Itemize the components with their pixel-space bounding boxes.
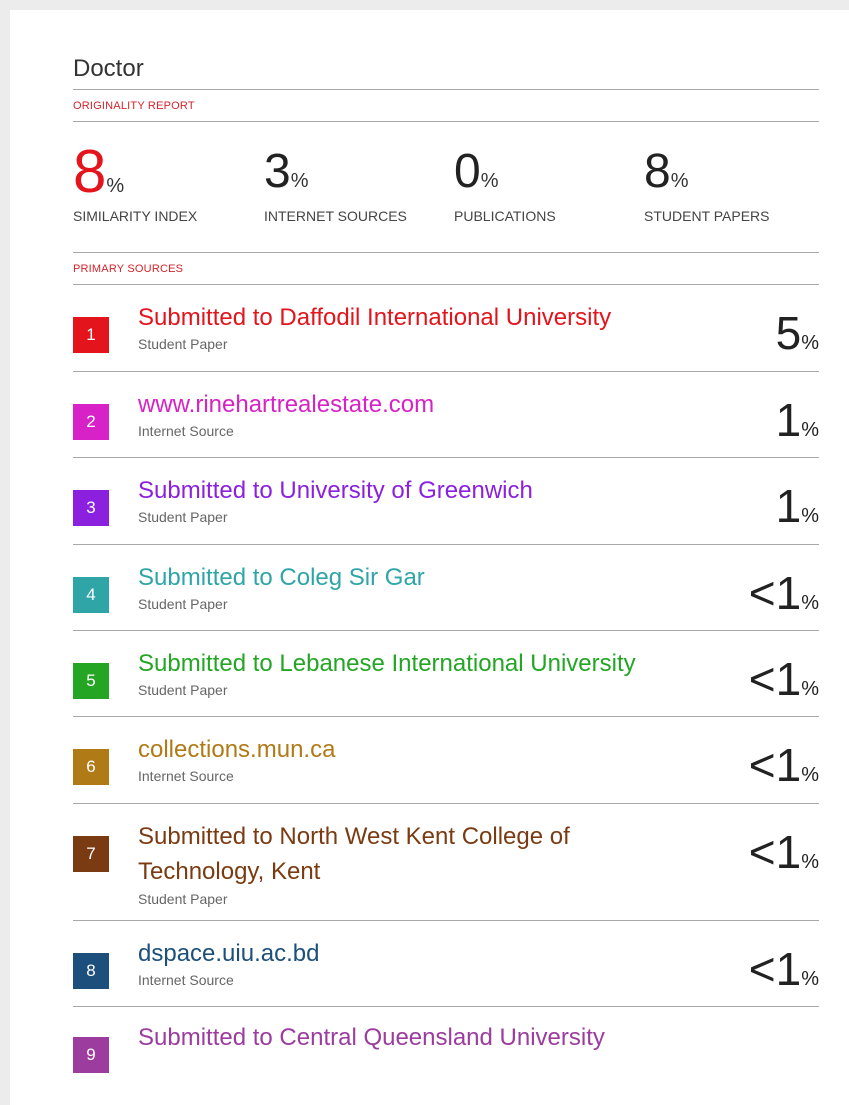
source-number-badge: 5	[73, 663, 109, 699]
source-number-badge: 1	[73, 317, 109, 353]
stat-label: SIMILARITY INDEX	[73, 208, 198, 224]
stat-percent: %	[670, 170, 689, 192]
stat-student-papers: 8% STUDENT PAPERS	[644, 142, 770, 224]
source-type: Internet Source	[138, 972, 234, 988]
stat-label: STUDENT PAPERS	[644, 208, 770, 224]
source-number-badge: 7	[73, 836, 109, 872]
source-type: Student Paper	[138, 682, 228, 698]
source-percentage: <1%	[748, 567, 819, 619]
divider	[73, 89, 819, 90]
source-name[interactable]: dspace.uiu.ac.bd	[138, 937, 319, 971]
source-name-continued[interactable]: Technology, Kent	[138, 855, 320, 889]
source-row[interactable]: 1 Submitted to Daffodil International Un…	[73, 284, 819, 371]
source-name[interactable]: Submitted to Coleg Sir Gar	[138, 561, 425, 595]
source-type: Student Paper	[138, 891, 228, 907]
stat-percent: %	[106, 175, 125, 197]
source-row[interactable]: 8 dspace.uiu.ac.bd Internet Source <1%	[73, 920, 819, 1006]
source-row[interactable]: 9 Submitted to Central Queensland Univer…	[73, 1006, 819, 1086]
originality-report-label: ORIGINALITY REPORT	[73, 100, 195, 112]
source-percentage: <1%	[748, 739, 819, 791]
document-title: Doctor	[73, 55, 144, 82]
source-row[interactable]: 6 collections.mun.ca Internet Source <1%	[73, 716, 819, 803]
source-row[interactable]: 7 Submitted to North West Kent College o…	[73, 803, 819, 920]
source-percentage: 5%	[775, 307, 819, 359]
source-number-badge: 8	[73, 953, 109, 989]
source-number-badge: 9	[73, 1037, 109, 1073]
stat-value: 8	[73, 138, 107, 205]
source-type: Internet Source	[138, 423, 234, 439]
source-name[interactable]: Submitted to North West Kent College of	[138, 820, 570, 854]
source-type: Internet Source	[138, 768, 234, 784]
stat-label: INTERNET SOURCES	[264, 208, 407, 224]
source-row[interactable]: 5 Submitted to Lebanese International Un…	[73, 630, 819, 716]
source-number-badge: 3	[73, 490, 109, 526]
divider	[73, 252, 819, 253]
source-name[interactable]: collections.mun.ca	[138, 733, 335, 767]
primary-sources-label: PRIMARY SOURCES	[73, 263, 184, 275]
source-percentage: 1%	[775, 394, 819, 446]
source-number-badge: 2	[73, 404, 109, 440]
divider	[73, 121, 819, 122]
source-name[interactable]: www.rinehartrealestate.com	[138, 388, 434, 422]
source-number-badge: 4	[73, 577, 109, 613]
stat-percent: %	[290, 170, 309, 192]
stat-value: 3	[264, 145, 291, 198]
report-page: Doctor ORIGINALITY REPORT 8% SIMILARITY …	[10, 10, 849, 1105]
source-name[interactable]: Submitted to Daffodil International Univ…	[138, 301, 611, 335]
stat-label: PUBLICATIONS	[454, 208, 556, 224]
source-name[interactable]: Submitted to University of Greenwich	[138, 474, 533, 508]
source-percentage: <1%	[748, 826, 819, 878]
stat-internet-sources: 3% INTERNET SOURCES	[264, 142, 407, 224]
source-row[interactable]: 3 Submitted to University of Greenwich S…	[73, 457, 819, 544]
stat-value: 8	[644, 145, 671, 198]
stat-publications: 0% PUBLICATIONS	[454, 142, 556, 224]
source-name[interactable]: Submitted to Central Queensland Universi…	[138, 1021, 605, 1055]
stat-value: 0	[454, 145, 481, 198]
source-type: Student Paper	[138, 596, 228, 612]
source-type: Student Paper	[138, 509, 228, 525]
source-number-badge: 6	[73, 749, 109, 785]
stat-percent: %	[480, 170, 499, 192]
source-percentage: <1%	[748, 943, 819, 995]
source-percentage: 1%	[775, 480, 819, 532]
source-type: Student Paper	[138, 336, 228, 352]
source-name[interactable]: Submitted to Lebanese International Univ…	[138, 647, 636, 681]
stat-similarity-index: 8% SIMILARITY INDEX	[73, 142, 198, 225]
source-percentage: <1%	[748, 653, 819, 705]
source-row[interactable]: 2 www.rinehartrealestate.com Internet So…	[73, 371, 819, 457]
source-row[interactable]: 4 Submitted to Coleg Sir Gar Student Pap…	[73, 544, 819, 630]
